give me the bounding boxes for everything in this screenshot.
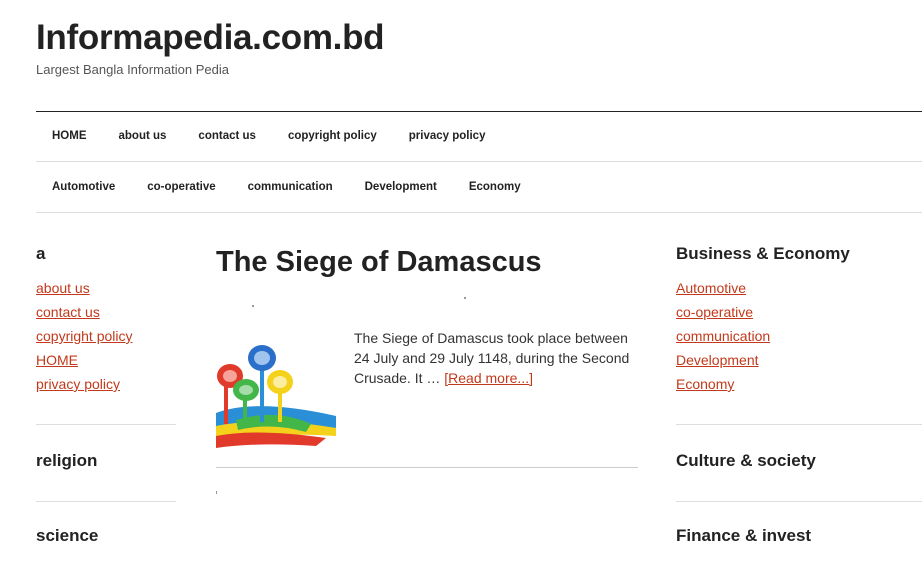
read-more-link[interactable]: [Read more...]: [444, 370, 533, 386]
widget-title-religion: religion: [36, 451, 98, 470]
category-link-economy[interactable]: Economy: [676, 376, 734, 392]
widget-separator: [676, 424, 922, 425]
right-sidebar: Business & Economy Automotive co-operati…: [676, 244, 922, 558]
nav-item-co-operative[interactable]: co-operative: [131, 181, 231, 193]
speck-mark: [252, 305, 254, 307]
post-separator: [216, 467, 638, 468]
main-content: The Siege of Damascus The Siege of Damas…: [216, 244, 638, 494]
page-link-privacy-policy[interactable]: privacy policy: [36, 376, 120, 392]
post-thumbnail[interactable]: [216, 328, 336, 448]
speck-mark: [464, 297, 466, 299]
page-link-about-us[interactable]: about us: [36, 280, 90, 296]
category-list: Automotive co-operative communication De…: [676, 276, 922, 396]
widget-title-culture-society: Culture & society: [676, 451, 816, 470]
nav-item-home[interactable]: HOME: [36, 130, 103, 142]
nav-item-copyright-policy[interactable]: copyright policy: [272, 130, 393, 142]
speck-mark: [216, 491, 217, 494]
list-item: communication: [676, 324, 922, 348]
nav-item-about-us[interactable]: about us: [103, 130, 183, 142]
widget-title-a: a: [36, 244, 46, 263]
page-link-contact-us[interactable]: contact us: [36, 304, 100, 320]
page-link-copyright-policy[interactable]: copyright policy: [36, 328, 133, 344]
category-link-development[interactable]: Development: [676, 352, 759, 368]
list-item: privacy policy: [36, 372, 176, 396]
list-item: co-operative: [676, 300, 922, 324]
list-item: HOME: [36, 348, 176, 372]
list-item: about us: [36, 276, 176, 300]
widget-separator: [676, 501, 922, 502]
nav-item-communication[interactable]: communication: [232, 181, 349, 193]
list-item: Automotive: [676, 276, 922, 300]
site-title[interactable]: Informapedia.com.bd: [36, 18, 385, 58]
list-item: Development: [676, 348, 922, 372]
nav-item-privacy-policy[interactable]: privacy policy: [393, 130, 502, 142]
primary-nav: HOME about us contact us copyright polic…: [36, 111, 922, 162]
secondary-nav: Automotive co-operative communication De…: [36, 162, 922, 213]
list-item: Economy: [676, 372, 922, 396]
widget-title-science: science: [36, 526, 99, 545]
site-tagline: Largest Bangla Information Pedia: [36, 62, 229, 77]
list-item: contact us: [36, 300, 176, 324]
page-link-home[interactable]: HOME: [36, 352, 78, 368]
nav-item-economy[interactable]: Economy: [453, 181, 537, 193]
left-sidebar: a about us contact us copyright policy H…: [36, 244, 176, 558]
widget-title-business-economy: Business & Economy: [676, 244, 850, 263]
post-excerpt: The Siege of Damascus took place between…: [354, 328, 636, 388]
category-link-communication[interactable]: communication: [676, 328, 770, 344]
list-item: copyright policy: [36, 324, 176, 348]
nav-item-contact-us[interactable]: contact us: [182, 130, 272, 142]
post-title[interactable]: The Siege of Damascus: [216, 244, 638, 280]
category-link-co-operative[interactable]: co-operative: [676, 304, 753, 320]
nav-item-development[interactable]: Development: [349, 181, 453, 193]
widget-title-finance-invest: Finance & invest: [676, 526, 812, 545]
category-link-automotive[interactable]: Automotive: [676, 280, 746, 296]
widget-separator: [36, 501, 176, 502]
pages-list: about us contact us copyright policy HOM…: [36, 276, 176, 396]
widget-separator: [36, 424, 176, 425]
nav-item-automotive[interactable]: Automotive: [36, 181, 131, 193]
